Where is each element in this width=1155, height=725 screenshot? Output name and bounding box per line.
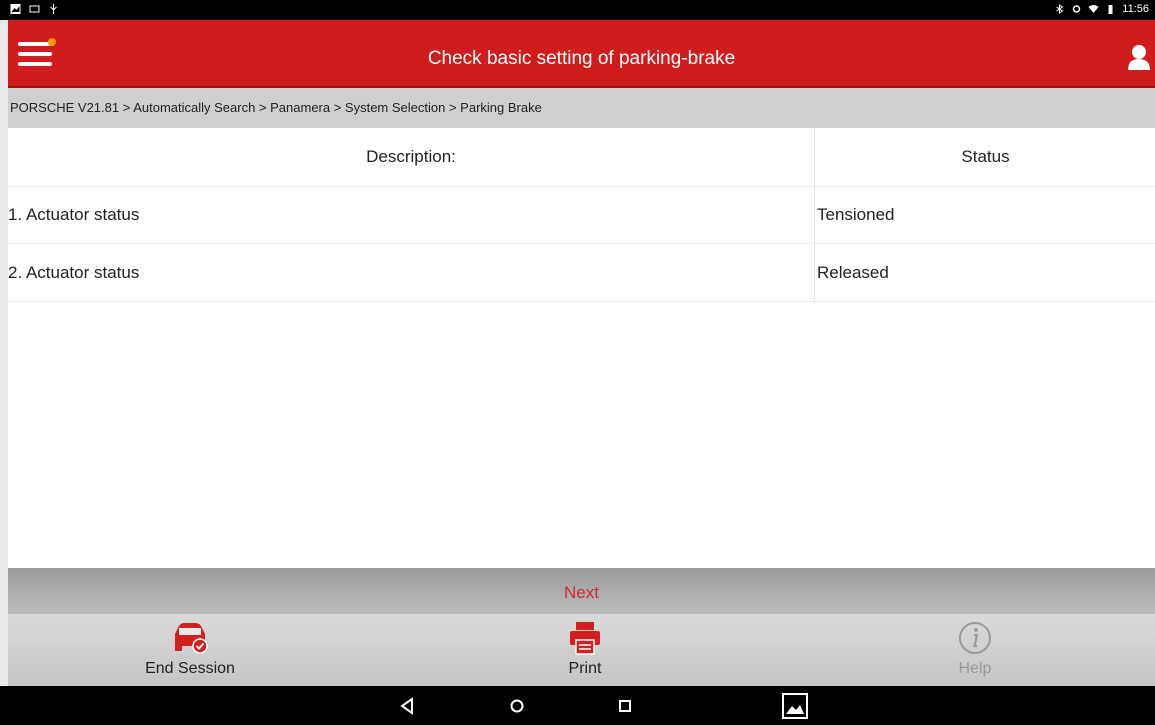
end-session-label: End Session xyxy=(145,660,235,677)
status-time: 11:56 xyxy=(1122,3,1149,15)
row-status: Released xyxy=(814,244,1155,301)
column-header-status: Status xyxy=(814,128,1155,186)
bluetooth-icon xyxy=(1056,4,1064,14)
table-row: 2. Actuator status Released xyxy=(8,244,1155,302)
help-button[interactable]: Help xyxy=(875,620,1075,678)
row-description: 2. Actuator status xyxy=(8,262,140,282)
help-label: Help xyxy=(958,660,992,677)
app-header: Check basic setting of parking-brake xyxy=(8,20,1155,88)
car-end-session-icon xyxy=(175,623,208,654)
table-row: 1. Actuator status Tensioned xyxy=(8,186,1155,244)
recent-apps-icon[interactable] xyxy=(614,696,636,716)
notification-dot xyxy=(48,38,56,46)
vibrate-icon xyxy=(1073,5,1081,13)
info-icon xyxy=(959,622,991,654)
status-table: Description: Status 1. Actuator status T… xyxy=(8,128,1155,568)
usb-icon xyxy=(50,4,57,14)
bottom-toolbar: End Session Print Help xyxy=(8,614,1155,686)
table-header-row: Description: Status xyxy=(8,128,1155,187)
wifi-icon xyxy=(1088,5,1099,13)
notification-image-icon xyxy=(10,4,21,14)
battery-icon xyxy=(1108,5,1113,14)
back-icon[interactable] xyxy=(397,696,419,716)
row-status: Tensioned xyxy=(814,186,1155,243)
print-button[interactable]: Print xyxy=(485,620,685,678)
print-label: Print xyxy=(568,660,602,677)
row-description: 1. Actuator status xyxy=(8,204,140,224)
page-title: Check basic setting of parking-brake xyxy=(427,48,736,69)
home-icon[interactable] xyxy=(506,696,528,716)
system-navigation-bar xyxy=(0,686,1155,725)
screenshot-gallery-icon[interactable] xyxy=(782,693,808,719)
printer-icon xyxy=(570,622,600,655)
column-header-description: Description: xyxy=(366,147,456,166)
next-button[interactable]: Next xyxy=(8,568,1155,614)
user-icon[interactable] xyxy=(1127,44,1151,70)
breadcrumb: PORSCHE V21.81 > Automatically Search > … xyxy=(8,88,1155,128)
system-status-bar: 11:56 xyxy=(0,0,1155,20)
notification-message-icon xyxy=(29,5,40,13)
end-session-button[interactable]: End Session xyxy=(90,620,290,678)
